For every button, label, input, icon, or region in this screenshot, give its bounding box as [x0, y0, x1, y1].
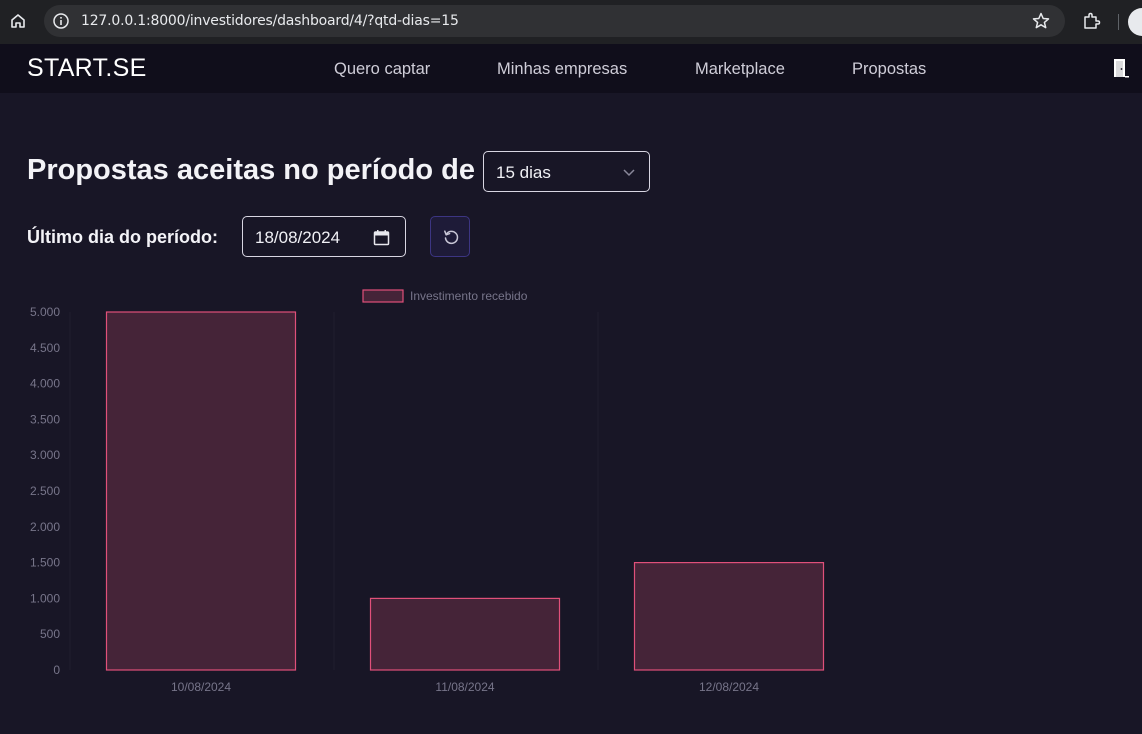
period-select[interactable]: 15 dias: [483, 151, 650, 192]
y-tick-label: 5.000: [30, 305, 60, 319]
nav-link-quero-captar[interactable]: Quero captar: [334, 60, 430, 79]
bar: [633, 562, 825, 671]
period-select-value: 15 dias: [496, 163, 551, 182]
investment-bar-chart: 0 500 1.000 1.500 2.000 2.500 3.000 3.500 4.000 4…: [30, 289, 825, 694]
refresh-button[interactable]: [430, 216, 470, 257]
page-title: Propostas aceitas no período de: [27, 154, 475, 186]
y-tick-label: 4.000: [30, 377, 60, 391]
x-tick-label: 12/08/2024: [699, 680, 759, 694]
site-info-icon[interactable]: [52, 12, 70, 30]
end-date-value: 18/08/2024: [255, 228, 341, 247]
bar: [105, 311, 297, 671]
calendar-icon[interactable]: [373, 229, 390, 246]
y-tick-label: 0: [53, 663, 60, 677]
door-exit-icon[interactable]: [1112, 58, 1130, 78]
x-tick-label: 11/08/2024: [435, 680, 494, 694]
extensions-puzzle-icon[interactable]: [1082, 11, 1102, 31]
y-tick-label: 500: [40, 627, 60, 641]
address-bar[interactable]: 127.0.0.1:8000/investidores/dashboard/4/…: [44, 5, 1065, 37]
y-tick-label: 3.000: [30, 448, 60, 462]
y-tick-label: 2.000: [30, 520, 60, 534]
y-tick-label: 3.500: [30, 412, 60, 426]
end-date-input[interactable]: 18/08/2024: [242, 216, 406, 257]
toolbar-divider: [1118, 14, 1119, 30]
browser-toolbar: 127.0.0.1:8000/investidores/dashboard/4/…: [0, 0, 1142, 44]
profile-avatar[interactable]: [1128, 8, 1142, 36]
bookmark-star-icon[interactable]: [1031, 11, 1051, 31]
nav-link-marketplace[interactable]: Marketplace: [695, 60, 785, 79]
y-tick-label: 1.000: [30, 591, 60, 605]
nav-link-propostas[interactable]: Propostas: [852, 60, 926, 79]
chevron-down-icon: [623, 169, 635, 177]
url-text[interactable]: 127.0.0.1:8000/investidores/dashboard/4/…: [81, 13, 459, 29]
home-icon[interactable]: [8, 11, 28, 31]
y-tick-label: 1.500: [30, 556, 60, 570]
legend-label: Investimento recebido: [410, 289, 528, 303]
brand-logo[interactable]: START.SE: [27, 54, 147, 83]
end-date-label: Último dia do período:: [27, 227, 218, 247]
y-tick-label: 2.500: [30, 484, 60, 498]
refresh-icon: [444, 230, 459, 245]
top-navbar: START.SE Quero captar Minhas empresas Ma…: [0, 44, 1142, 93]
nav-link-minhas-empresas[interactable]: Minhas empresas: [497, 60, 627, 79]
legend-swatch: [362, 289, 404, 303]
y-tick-label: 4.500: [30, 341, 60, 355]
x-tick-label: 10/08/2024: [171, 680, 231, 694]
bar: [369, 597, 561, 671]
